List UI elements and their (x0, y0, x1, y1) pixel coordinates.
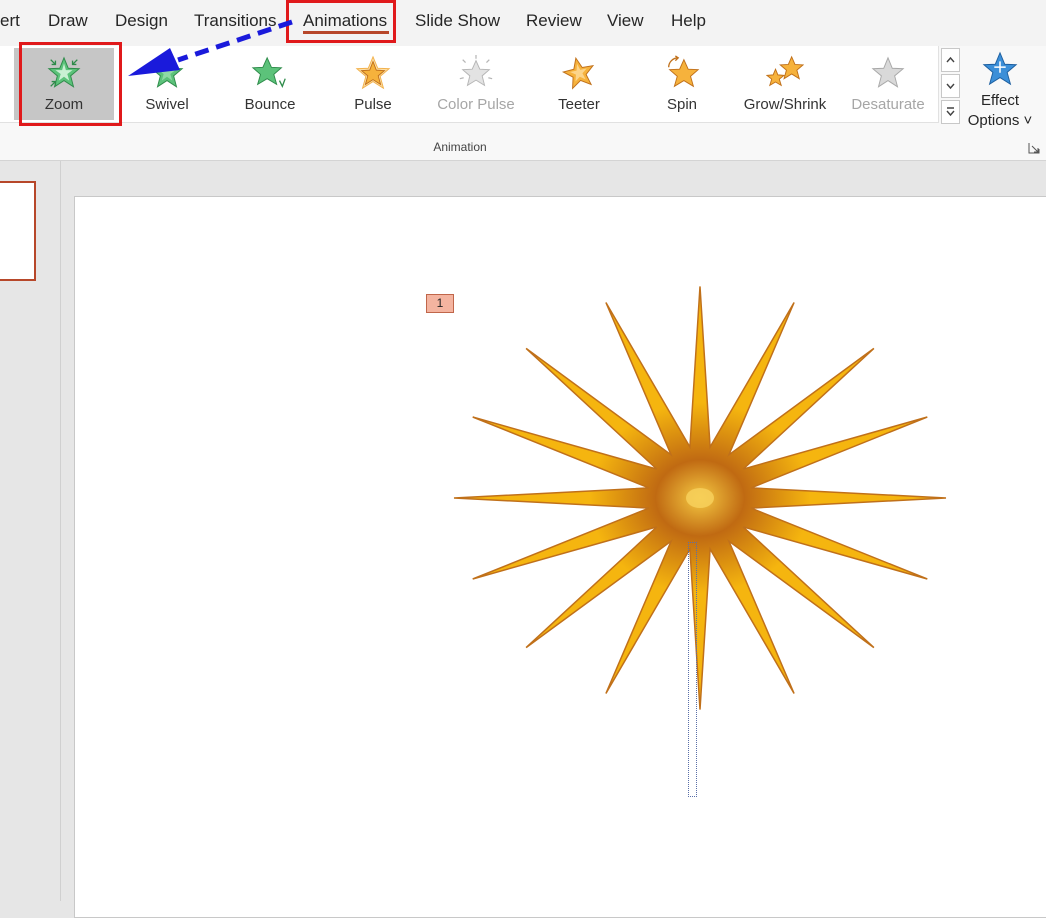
empty-text-placeholder[interactable] (688, 542, 697, 797)
starburst-shape[interactable] (450, 282, 950, 722)
slide-thumbnail-pane (0, 161, 61, 901)
pointer-arrow (128, 19, 293, 76)
slide-thumbnail[interactable] (0, 181, 36, 281)
